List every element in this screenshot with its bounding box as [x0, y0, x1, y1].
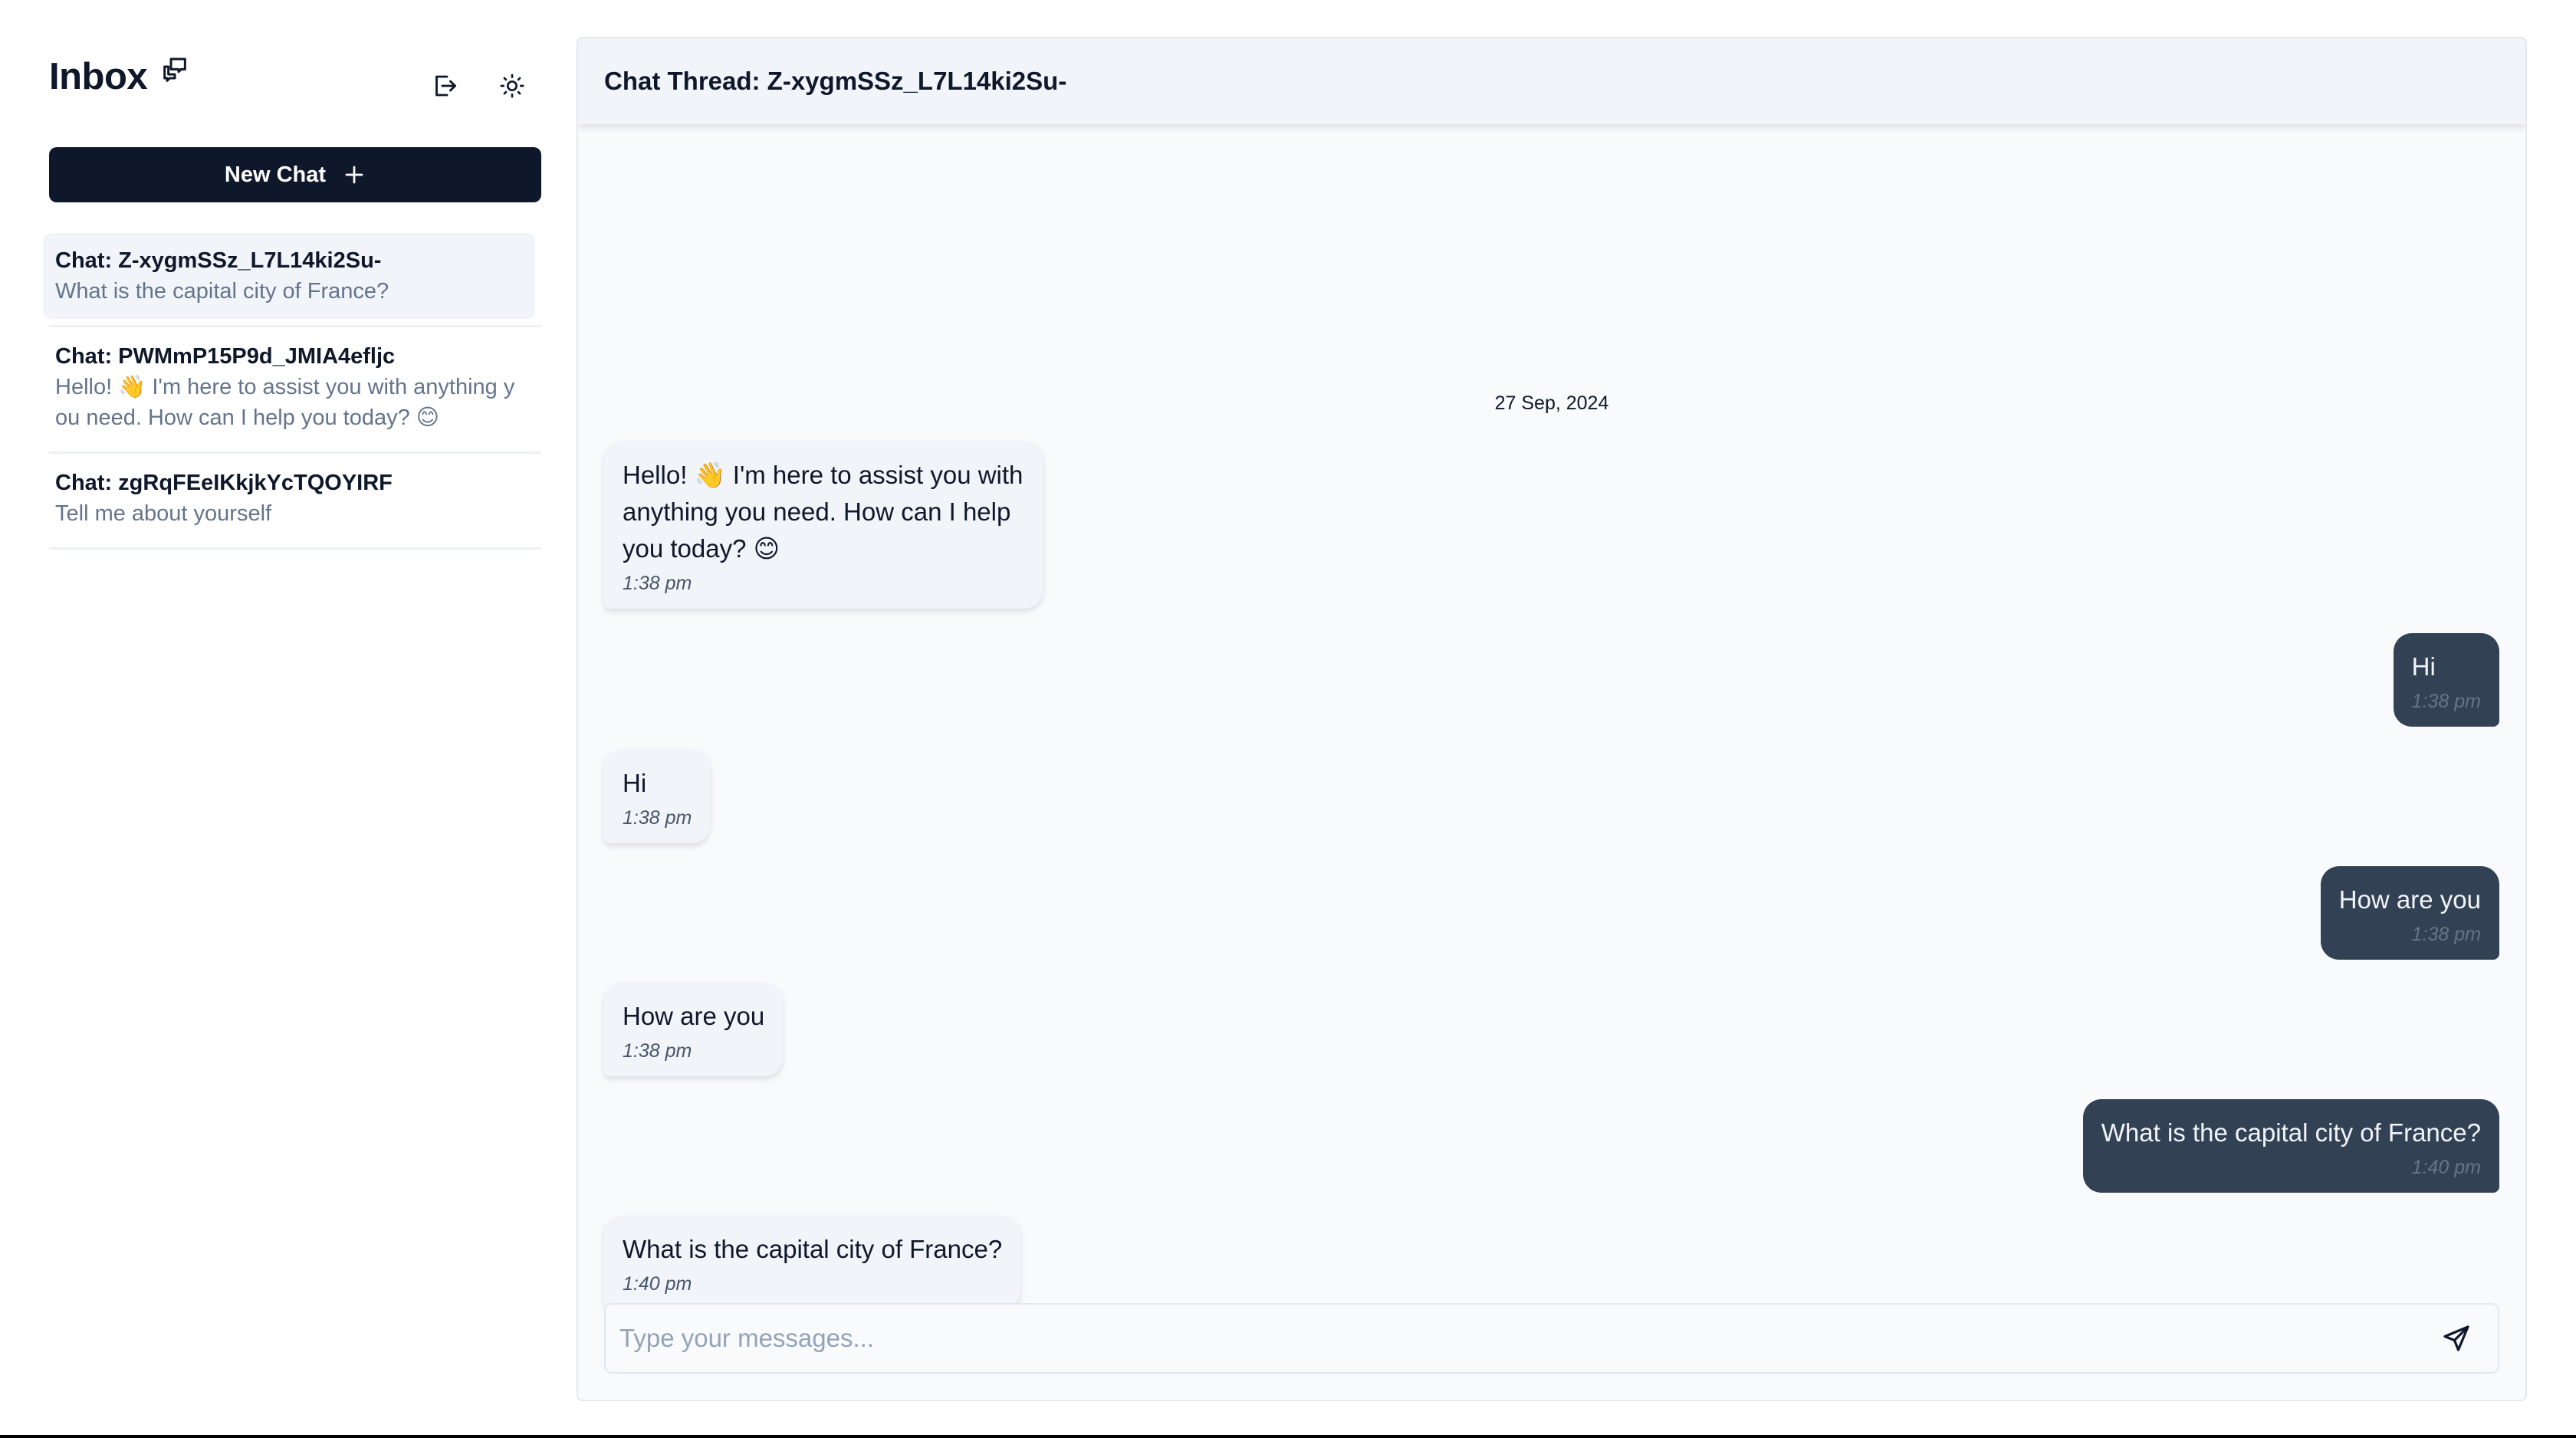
message-time: 1:38 pm — [2411, 924, 2481, 945]
incoming-message: What is the capital city of France? 1:40… — [604, 1216, 1021, 1309]
message-composer — [604, 1303, 2499, 1374]
message-time: 1:40 pm — [2411, 1157, 2481, 1178]
incoming-message: Hi 1:38 pm — [604, 750, 711, 843]
message-time: 1:38 pm — [623, 1040, 692, 1062]
new-chat-label: New Chat — [224, 162, 327, 187]
logout-icon — [435, 75, 456, 97]
chat-thread-panel: Chat Thread: Z-xygmSSz_L7L14ki2Su- 27 Se… — [577, 37, 2527, 1401]
message-text: What is the capital city of France? — [623, 1235, 1003, 1263]
send-icon — [2443, 1325, 2469, 1351]
date-separator: 27 Sep, 2024 — [1494, 392, 1609, 414]
outgoing-message: Hi 1:38 pm — [2393, 633, 2499, 727]
message-text: What is the capital city of France? — [2101, 1118, 2481, 1147]
chat-item-preview: Tell me about yourself — [55, 501, 272, 526]
chat-list-item[interactable]: Chat: PWMmP15P9d_JMIA4efljc Hello! 👋 I'm… — [43, 327, 541, 445]
outgoing-message: What is the capital city of France? 1:40… — [2082, 1099, 2499, 1193]
message-text-line: anything you need. How can I help — [623, 497, 1011, 526]
message-text: How are you — [623, 1002, 765, 1030]
message-text: Hi — [623, 769, 647, 797]
inbox-title-group: Inbox — [49, 54, 190, 100]
chat-item-title: Chat: PWMmP15P9d_JMIA4efljc — [55, 344, 396, 369]
incoming-message: How are you 1:38 pm — [604, 983, 784, 1076]
theme-toggle-button[interactable] — [491, 64, 534, 107]
sidebar-header: Inbox — [49, 37, 541, 129]
chat-item-preview: Hello! 👋 I'm here to assist you with any… — [55, 372, 529, 433]
window-bottom-edge — [0, 1435, 2576, 1438]
message-list[interactable]: 27 Sep, 2024 Hello! 👋 I'm here to assist… — [578, 124, 2525, 1400]
send-button[interactable] — [2426, 1308, 2487, 1369]
message-time: 1:40 pm — [623, 1273, 692, 1295]
sun-icon — [500, 74, 524, 98]
chat-list-item[interactable]: Chat: zgRqFEeIKkjkYcTQOYIRF Tell me abou… — [43, 454, 541, 541]
thread-header: Chat Thread: Z-xygmSSz_L7L14ki2Su- — [578, 38, 2525, 124]
chat-item-title: Chat: zgRqFEeIKkjkYcTQOYIRF — [55, 471, 393, 495]
incoming-message: Hello! 👋 I'm here to assist you with any… — [604, 442, 1043, 609]
chat-list: Chat: Z-xygmSSz_L7L14ki2Su- What is the … — [43, 233, 541, 550]
chat-item-preview-line: Hello! 👋 I'm here to assist you with any… — [55, 375, 515, 399]
message-text: Hi — [2411, 652, 2436, 681]
chat-item-preview-line: ou need. How can I help you today? 😊 — [55, 405, 440, 430]
message-time: 1:38 pm — [623, 573, 692, 594]
new-chat-button[interactable]: New Chat — [49, 147, 541, 202]
chat-item-title: Chat: Z-xygmSSz_L7L14ki2Su- — [55, 248, 382, 273]
logout-button[interactable] — [423, 64, 466, 107]
chat-bubbles-icon — [163, 57, 187, 82]
page-title: Inbox — [49, 56, 148, 97]
message-text: How are you — [2338, 885, 2481, 914]
divider — [49, 547, 541, 550]
message-text-line: you today? 😊 — [623, 534, 780, 563]
message-time: 1:38 pm — [623, 807, 692, 829]
plus-icon — [345, 166, 363, 184]
chat-list-item-active[interactable]: Chat: Z-xygmSSz_L7L14ki2Su- What is the … — [43, 233, 535, 319]
outgoing-message: How are you 1:38 pm — [2320, 866, 2499, 960]
chat-item-preview: What is the capital city of France? — [55, 279, 389, 304]
sidebar: Inbox New Chat Chat: Z-xygmSSz_L7L14ki2S… — [43, 37, 541, 1438]
message-time: 1:38 pm — [2411, 691, 2481, 712]
message-input[interactable] — [606, 1305, 2426, 1372]
message-text-line: Hello! 👋 I'm here to assist you with — [623, 461, 1024, 489]
